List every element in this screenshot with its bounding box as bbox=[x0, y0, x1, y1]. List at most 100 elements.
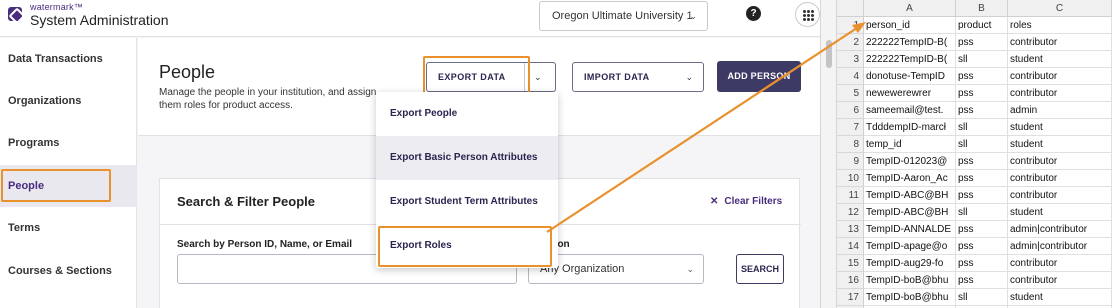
import-data-label: IMPORT DATA bbox=[584, 72, 650, 82]
row-number[interactable]: 1 bbox=[837, 17, 864, 34]
page-title: People bbox=[159, 62, 216, 82]
row-number[interactable]: 5 bbox=[837, 85, 864, 102]
column-header-b[interactable]: B bbox=[956, 0, 1008, 17]
row-number[interactable]: 15 bbox=[837, 255, 864, 272]
highlight-box-export-data bbox=[423, 56, 530, 94]
clear-filters-button[interactable]: ✕ Clear Filters bbox=[710, 196, 782, 207]
help-icon[interactable]: ? bbox=[746, 6, 761, 21]
row-number[interactable]: 10 bbox=[837, 170, 864, 187]
sheet-cell[interactable]: sll bbox=[956, 204, 1008, 221]
sheet-cell[interactable]: TempID-aug29-fo bbox=[864, 255, 956, 272]
sheet-cell[interactable]: TempID-Aaron_Ac bbox=[864, 170, 956, 187]
add-person-button[interactable]: ADD PERSON bbox=[717, 61, 801, 92]
sheet-cell[interactable]: student bbox=[1008, 136, 1112, 153]
sheet-cell[interactable]: pss bbox=[956, 170, 1008, 187]
sheet-cell[interactable]: donotuse-TempID bbox=[864, 68, 956, 85]
close-icon: ✕ bbox=[710, 196, 719, 207]
page-description: Manage the people in your institution, a… bbox=[159, 87, 377, 111]
sheet-cell[interactable]: pss bbox=[956, 187, 1008, 204]
sheet-cell[interactable]: student bbox=[1008, 51, 1112, 68]
sheet-cell[interactable]: sll bbox=[956, 289, 1008, 306]
sheet-cell[interactable]: admin bbox=[1008, 102, 1112, 119]
sheet-cell[interactable]: pss bbox=[956, 68, 1008, 85]
sheet-cell[interactable]: contributor bbox=[1008, 68, 1112, 85]
sheet-cell[interactable]: contributor bbox=[1008, 153, 1112, 170]
sheet-cell[interactable]: student bbox=[1008, 119, 1112, 136]
sheet-cell[interactable]: pss bbox=[956, 153, 1008, 170]
sheet-cell[interactable]: TempID-ABC@BH bbox=[864, 187, 956, 204]
sheet-cell[interactable]: sameemail@test. bbox=[864, 102, 956, 119]
import-data-button[interactable]: IMPORT DATA ⌄ bbox=[572, 62, 704, 92]
sheet-cell[interactable]: sll bbox=[956, 136, 1008, 153]
sheet-cell[interactable]: TempID-ANNALDE bbox=[864, 221, 956, 238]
sheet-cell[interactable]: contributor bbox=[1008, 34, 1112, 51]
sheet-cell[interactable]: pss bbox=[956, 238, 1008, 255]
sheet-cell[interactable]: person_id bbox=[864, 17, 956, 34]
row-number[interactable]: 11 bbox=[837, 187, 864, 204]
column-header-c[interactable]: C bbox=[1008, 0, 1112, 17]
sheet-cell[interactable]: sll bbox=[956, 119, 1008, 136]
vertical-scrollbar[interactable] bbox=[820, 0, 837, 308]
sheet-cell[interactable]: 222222TempID-B( bbox=[864, 51, 956, 68]
spreadsheet: A B C 1 person_id product roles 2 222222TempI… bbox=[837, 0, 1112, 308]
sheet-corner[interactable] bbox=[837, 0, 864, 17]
sidebar-item-programs[interactable]: Programs bbox=[0, 122, 137, 164]
sheet-cell[interactable]: TempID-boB@bhu bbox=[864, 272, 956, 289]
sheet-cell[interactable]: TdddempID-marcł bbox=[864, 119, 956, 136]
sheet-cell[interactable]: pss bbox=[956, 34, 1008, 51]
sheet-cell[interactable]: roles bbox=[1008, 17, 1112, 34]
sheet-cell[interactable]: pss bbox=[956, 221, 1008, 238]
sheet-cell[interactable]: contributor bbox=[1008, 187, 1112, 204]
sheet-cell[interactable]: admin|contributor bbox=[1008, 221, 1112, 238]
sheet-cell[interactable]: product bbox=[956, 17, 1008, 34]
sheet-cell[interactable]: pss bbox=[956, 255, 1008, 272]
sheet-cell[interactable]: contributor bbox=[1008, 255, 1112, 272]
sidebar-item-organizations[interactable]: Organizations bbox=[0, 80, 137, 122]
menu-item-export-student-term-attributes[interactable]: Export Student Term Attributes bbox=[376, 180, 558, 224]
sheet-cell[interactable]: student bbox=[1008, 204, 1112, 221]
row-number[interactable]: 2 bbox=[837, 34, 864, 51]
row-number[interactable]: 16 bbox=[837, 272, 864, 289]
top-bar: watermark™ System Administration Oregon … bbox=[0, 0, 820, 37]
institution-selector-value: Oregon Ultimate University 1 bbox=[552, 10, 693, 22]
sheet-cell[interactable]: temp_id bbox=[864, 136, 956, 153]
sheet-cell[interactable]: TempID-apage@o bbox=[864, 238, 956, 255]
row-number[interactable]: 4 bbox=[837, 68, 864, 85]
search-button[interactable]: SEARCH bbox=[736, 254, 784, 284]
sidebar-item-terms[interactable]: Terms bbox=[0, 207, 137, 249]
sheet-cell[interactable]: contributor bbox=[1008, 85, 1112, 102]
row-number[interactable]: 12 bbox=[837, 204, 864, 221]
sheet-cell[interactable]: admin|contributor bbox=[1008, 238, 1112, 255]
row-number[interactable]: 14 bbox=[837, 238, 864, 255]
sheet-cell[interactable]: pss bbox=[956, 272, 1008, 289]
admin-app: watermark™ System Administration Oregon … bbox=[0, 0, 820, 308]
sheet-cell[interactable]: sll bbox=[956, 51, 1008, 68]
row-number[interactable]: 9 bbox=[837, 153, 864, 170]
scrollbar-thumb[interactable] bbox=[826, 40, 832, 68]
chevron-down-icon[interactable]: ⌄ bbox=[534, 63, 542, 91]
sheet-cell[interactable]: student bbox=[1008, 289, 1112, 306]
row-number[interactable]: 13 bbox=[837, 221, 864, 238]
sheet-cell[interactable]: TempID-boB@bhu bbox=[864, 289, 956, 306]
menu-item-export-basic-person-attributes[interactable]: Export Basic Person Attributes bbox=[376, 136, 558, 180]
sheet-cell[interactable]: contributor bbox=[1008, 272, 1112, 289]
sheet-cell[interactable]: TempID-ABC@BH bbox=[864, 204, 956, 221]
row-number[interactable]: 8 bbox=[837, 136, 864, 153]
sheet-cell[interactable]: pss bbox=[956, 85, 1008, 102]
column-header-a[interactable]: A bbox=[864, 0, 956, 17]
clear-filters-label: Clear Filters bbox=[724, 196, 783, 207]
sheet-cell[interactable]: contributor bbox=[1008, 170, 1112, 187]
sheet-cell[interactable]: newewerewrer bbox=[864, 85, 956, 102]
sidebar-item-data-transactions[interactable]: Data Transactions bbox=[0, 38, 137, 80]
sheet-cell[interactable]: TempID-012023@ bbox=[864, 153, 956, 170]
row-number[interactable]: 6 bbox=[837, 102, 864, 119]
institution-selector[interactable]: Oregon Ultimate University 1 ⌄ bbox=[539, 1, 708, 31]
app-grid-icon[interactable] bbox=[795, 2, 820, 27]
sheet-cell[interactable]: pss bbox=[956, 102, 1008, 119]
row-number[interactable]: 17 bbox=[837, 289, 864, 306]
row-number[interactable]: 7 bbox=[837, 119, 864, 136]
sidebar-item-courses-sections[interactable]: Courses & Sections bbox=[0, 250, 137, 292]
sheet-cell[interactable]: 222222TempID-B( bbox=[864, 34, 956, 51]
menu-item-export-people[interactable]: Export People bbox=[376, 92, 558, 136]
row-number[interactable]: 3 bbox=[837, 51, 864, 68]
